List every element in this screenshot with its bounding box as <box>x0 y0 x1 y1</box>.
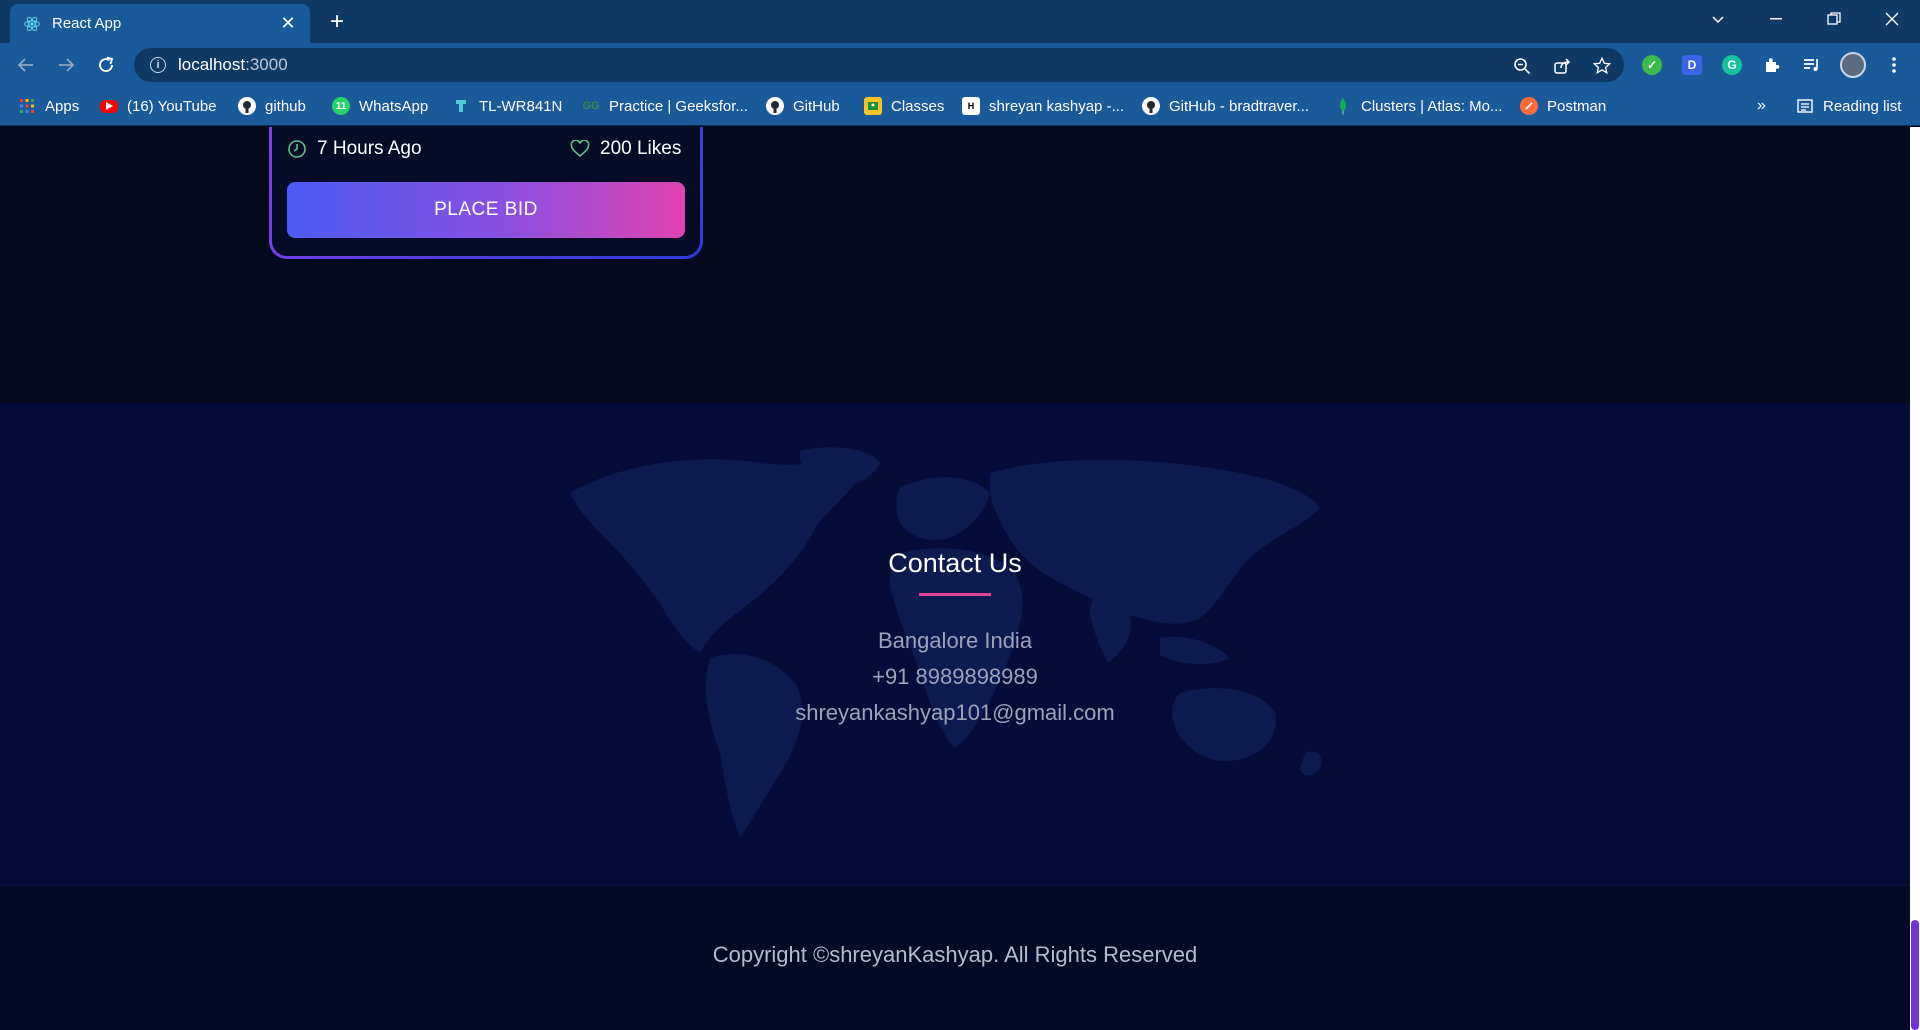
profile-avatar[interactable] <box>1840 52 1866 78</box>
tplink-icon <box>452 97 470 115</box>
react-icon <box>22 14 42 34</box>
bookmark-label: github <box>265 97 306 115</box>
bookmark-github-2[interactable]: GitHub <box>766 96 840 116</box>
url-host: localhost <box>178 55 246 74</box>
bookmark-github[interactable]: github <box>238 96 306 116</box>
contact-phone[interactable]: +91 8989898989 <box>0 664 1910 690</box>
bookmark-label: GitHub - bradtraver... <box>1169 97 1310 115</box>
time-ago-text: 7 Hours Ago <box>317 138 422 159</box>
github-icon <box>238 97 256 115</box>
bookmark-hackerrank[interactable]: H shreyan kashyap -... <box>962 96 1124 116</box>
bookmark-mongodb-atlas[interactable]: Clusters | Atlas: Mo... <box>1334 96 1502 116</box>
reading-list-icon <box>1796 97 1814 115</box>
tab-title: React App <box>52 15 122 32</box>
bookmark-apps[interactable]: Apps <box>18 96 79 116</box>
bookmarks-overflow-button[interactable]: » <box>1757 96 1766 116</box>
heading-underline <box>919 593 991 596</box>
likes-text: 200 Likes <box>600 138 682 159</box>
back-button[interactable] <box>12 51 40 79</box>
grammarly-icon[interactable]: G <box>1722 55 1742 75</box>
nft-card: 7 Hours Ago 200 Likes PLACE BID <box>269 127 703 259</box>
bookmark-label: TL-WR841N <box>479 97 563 115</box>
restore-button[interactable] <box>1806 0 1862 38</box>
bookmark-classes[interactable]: Classes <box>864 96 944 116</box>
bookmark-label: (16) YouTube <box>127 97 217 115</box>
share-icon[interactable] <box>1552 56 1572 76</box>
youtube-icon <box>100 99 118 113</box>
contact-section: Contact Us Bangalore India +91 898989898… <box>0 403 1910 885</box>
tab-search-button[interactable] <box>1690 0 1746 38</box>
github-icon <box>766 97 784 115</box>
bookmark-youtube[interactable]: (16) YouTube <box>100 96 217 116</box>
bookmark-star-icon[interactable] <box>1592 56 1612 76</box>
forward-button[interactable] <box>52 51 80 79</box>
bookmark-label: Practice | Geeksfor... <box>609 97 748 115</box>
copyright-text: Copyright ©shreyanKashyap. All Rights Re… <box>712 942 1198 967</box>
reading-list-button[interactable]: Reading list <box>1796 96 1901 116</box>
tab-react-app[interactable]: React App ✕ <box>10 4 310 43</box>
github-icon <box>1142 97 1160 115</box>
bookmark-tl-wr841n[interactable]: TL-WR841N <box>452 96 562 116</box>
heart-icon[interactable] <box>570 139 590 159</box>
postman-icon <box>1520 97 1538 115</box>
bookmark-label: Clusters | Atlas: Mo... <box>1361 97 1503 115</box>
bookmark-github-bradtraversy[interactable]: GitHub - bradtraver... <box>1142 96 1309 116</box>
hackerrank-icon: H <box>962 97 980 115</box>
page-viewport: 7 Hours Ago 200 Likes PLACE BID Contact … <box>0 127 1920 1030</box>
overflow-chevron-label: » <box>1757 97 1766 114</box>
zoom-icon[interactable] <box>1512 56 1532 76</box>
classroom-icon <box>864 97 882 115</box>
extensions-puzzle-icon[interactable] <box>1762 55 1782 75</box>
scrollbar-thumb[interactable] <box>1911 920 1919 1030</box>
close-window-button[interactable] <box>1864 0 1920 38</box>
bookmark-label: GitHub <box>793 97 840 115</box>
mongodb-icon <box>1334 97 1352 115</box>
bookmark-label: Classes <box>891 97 945 115</box>
bookmark-geeksforgeeks[interactable]: GG Practice | Geeksfor... <box>582 96 748 116</box>
new-tab-button[interactable]: + <box>322 7 352 37</box>
bookmark-postman[interactable]: Postman <box>1520 96 1606 116</box>
geeksforgeeks-icon: GG <box>582 100 600 112</box>
site-info-icon[interactable]: i <box>150 57 166 73</box>
address-bar[interactable]: i localhost:3000 <box>134 48 1624 82</box>
extension-d-icon[interactable]: D <box>1682 55 1702 75</box>
bookmark-whatsapp[interactable]: 11 WhatsApp <box>332 96 428 116</box>
card-likes: 200 Likes <box>570 138 681 160</box>
bookmark-label: Postman <box>1547 97 1607 115</box>
clock-icon <box>287 139 307 159</box>
url-port: :3000 <box>245 55 288 74</box>
contact-heading: Contact Us <box>888 548 1022 578</box>
bookmark-label: shreyan kashyap -... <box>989 97 1125 115</box>
apps-grid-icon <box>18 97 36 115</box>
reload-button[interactable] <box>92 51 120 79</box>
bookmark-label: WhatsApp <box>359 97 429 115</box>
reading-list-label: Reading list <box>1823 97 1902 115</box>
whatsapp-icon: 11 <box>332 97 350 115</box>
page-scrollbar[interactable] <box>1910 127 1920 1030</box>
tab-strip: React App ✕ + <box>0 0 1920 43</box>
card-time: 7 Hours Ago <box>287 138 422 160</box>
minimize-button[interactable] <box>1748 0 1804 38</box>
browser-toolbar: i localhost:3000 ✓ D G <box>0 43 1920 86</box>
media-queue-icon[interactable] <box>1802 55 1822 75</box>
close-tab-icon[interactable]: ✕ <box>278 13 298 34</box>
page-footer: Copyright ©shreyanKashyap. All Rights Re… <box>0 885 1910 1030</box>
contact-location: Bangalore India <box>877 628 1033 653</box>
nft-card-body: 7 Hours Ago 200 Likes PLACE BID <box>272 127 700 256</box>
bookmarks-bar: Apps (16) YouTube github 11 WhatsApp TL-… <box>0 86 1920 126</box>
extension-green-icon[interactable]: ✓ <box>1642 55 1662 75</box>
bookmark-label: Apps <box>45 97 80 115</box>
contact-email[interactable]: shreyankashyap101@gmail.com <box>0 700 1910 726</box>
menu-kebab-icon[interactable] <box>1884 55 1904 75</box>
place-bid-button[interactable]: PLACE BID <box>287 182 685 238</box>
